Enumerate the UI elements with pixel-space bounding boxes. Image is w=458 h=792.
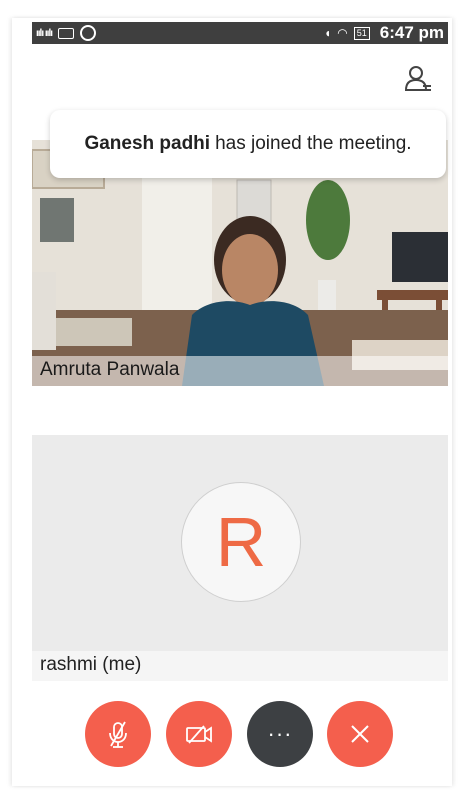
more-icon: ··· <box>267 721 293 746</box>
avatar: R <box>181 482 301 602</box>
close-icon <box>351 725 369 743</box>
leave-meeting-button[interactable] <box>327 701 393 767</box>
self-video-tile[interactable]: R <box>32 435 448 651</box>
avatar-letter: R <box>215 503 267 581</box>
status-bar: ıılı ıılı ◖ ◠ 51 6:47 pm <box>32 22 448 44</box>
join-notification-toast: Ganesh padhi has joined the meeting. <box>50 110 446 178</box>
battery-icon: 51 <box>353 26 370 40</box>
participants-icon[interactable] <box>402 62 434 94</box>
mic-off-icon <box>109 721 127 748</box>
participant-name: Amruta Panwala <box>40 359 180 380</box>
app-status-icon <box>80 25 97 41</box>
more-options-button[interactable]: ··· <box>247 701 313 767</box>
video-toggle-button[interactable] <box>166 701 232 767</box>
meeting-controls: ··· <box>0 701 458 767</box>
headset-icon: ◖ <box>324 26 332 40</box>
mute-mic-button[interactable] <box>85 701 151 767</box>
wifi-icon: ◠ <box>337 26 348 40</box>
joined-participant-name: Ganesh padhi <box>84 133 211 154</box>
self-name-strip: rashmi (me) <box>32 651 448 681</box>
self-name: rashmi (me) <box>40 654 142 675</box>
video-off-icon <box>186 725 212 744</box>
gallery-icon <box>58 27 75 39</box>
joined-message: has joined the meeting. <box>215 133 412 154</box>
signal-icon: ıılı ıılı <box>36 27 53 39</box>
status-time: 6:47 pm <box>379 23 444 42</box>
